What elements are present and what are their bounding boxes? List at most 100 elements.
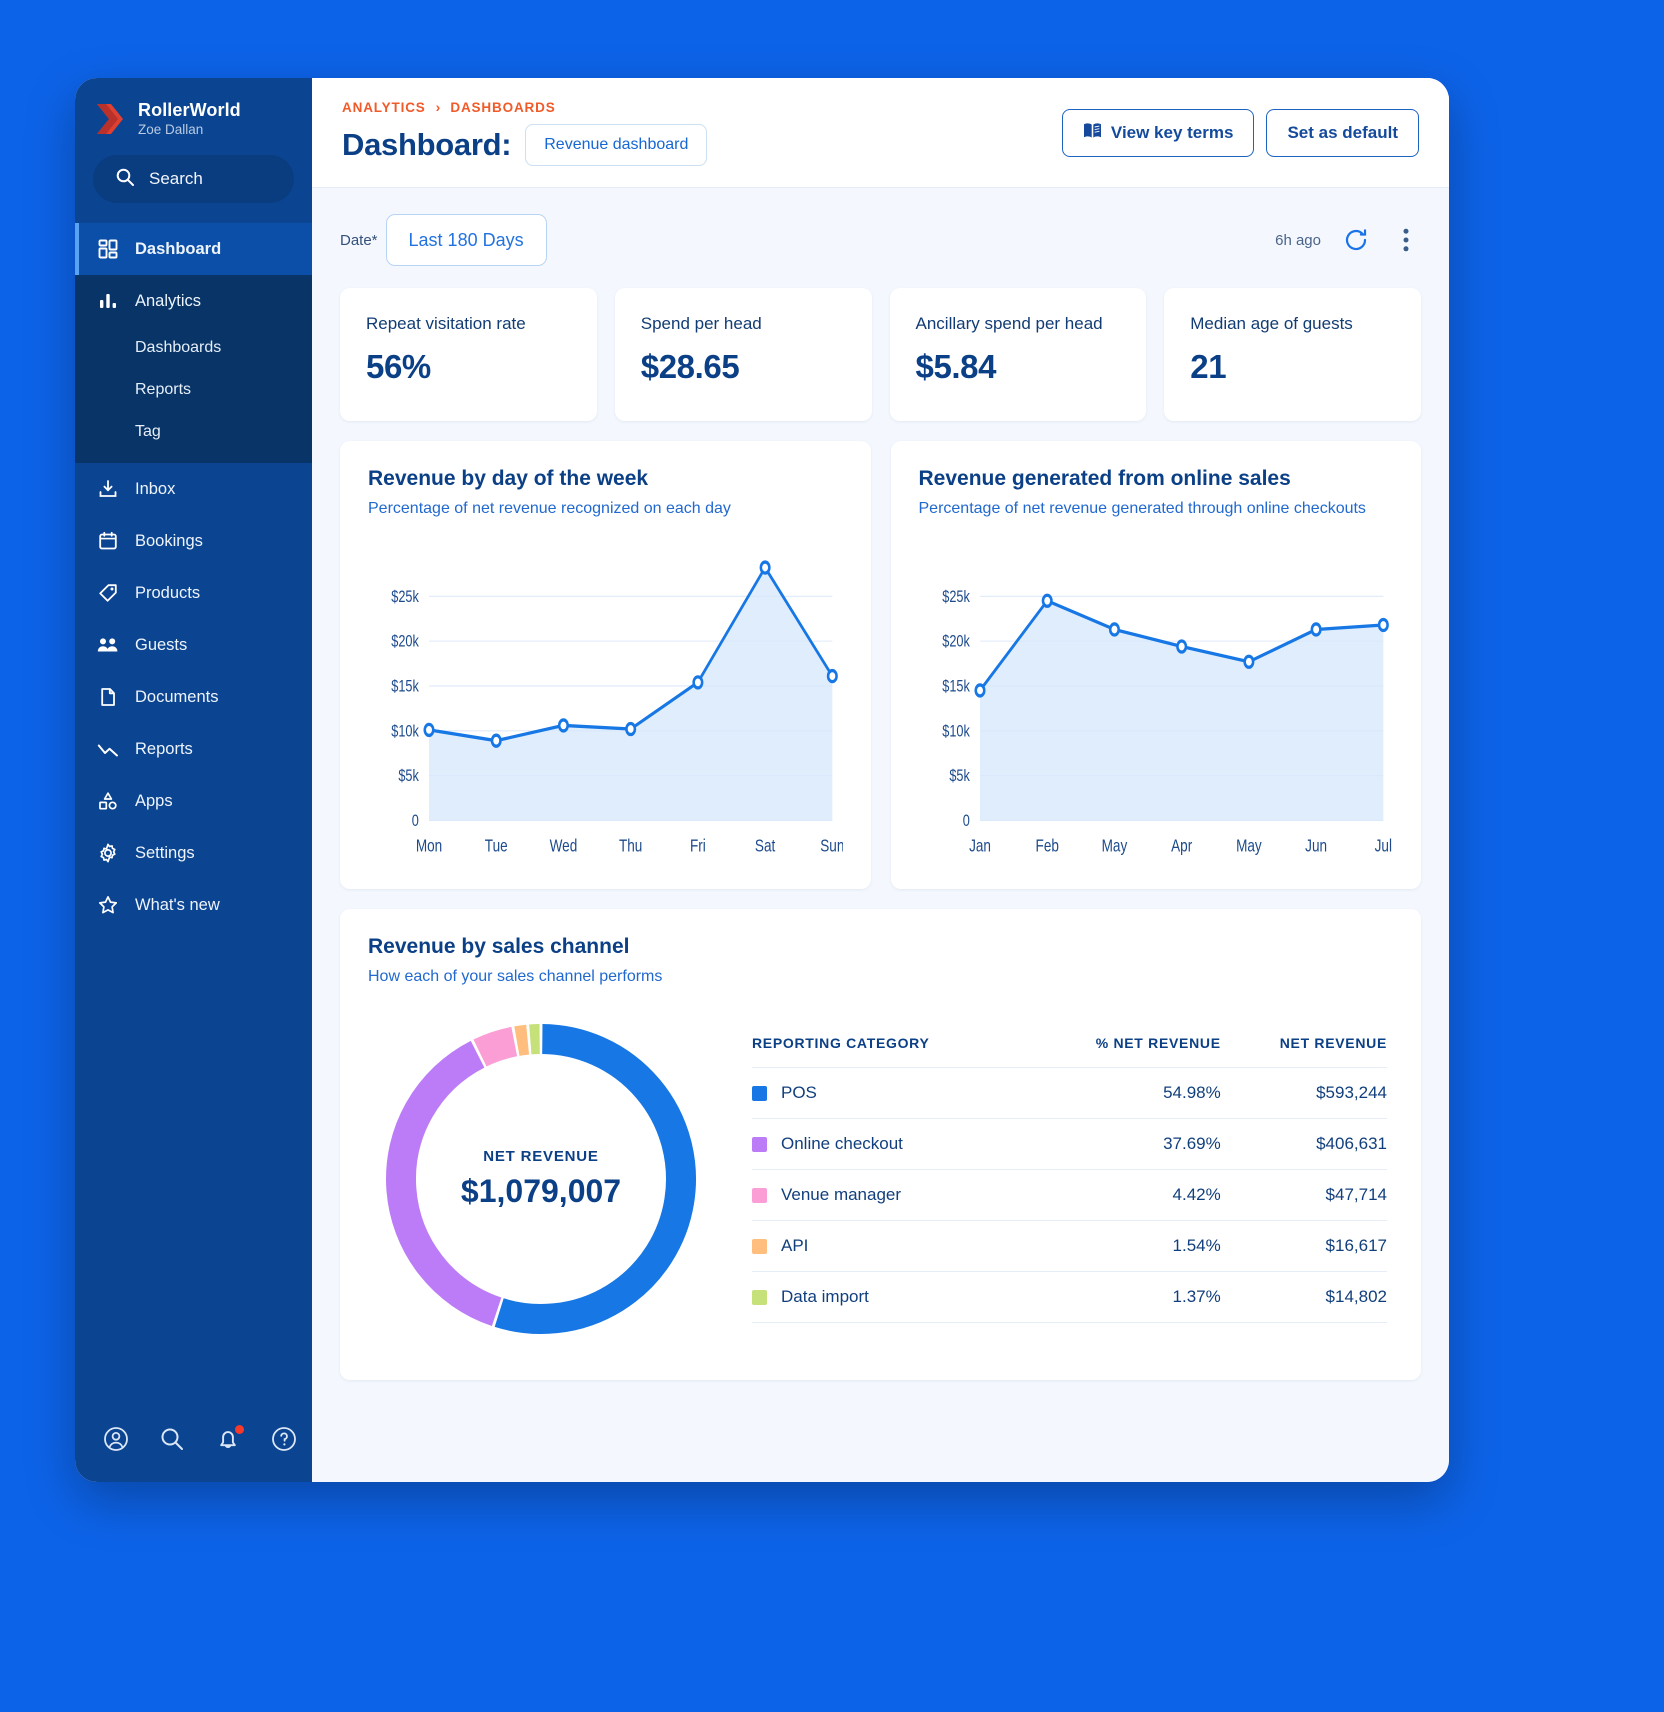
table-row[interactable]: Venue manager 4.42% $47,714 [752,1169,1387,1221]
apps-shapes-icon [97,790,119,812]
search-icon[interactable] [159,1426,185,1452]
channel-table: REPORTING CATEGORY % NET REVENUE NET REV… [752,1035,1387,1324]
app-window: RollerWorld Zoe Dallan Search Dashboard … [75,78,1449,1482]
svg-text:$25k: $25k [391,589,419,607]
table-row[interactable]: Data import 1.37% $14,802 [752,1271,1387,1324]
svg-text:Apr: Apr [1171,837,1192,856]
chart-card-revenue-by-day: Revenue by day of the week Percentage of… [340,441,871,889]
title-row: Dashboard: Revenue dashboard [342,124,708,166]
svg-text:Wed: Wed [550,837,578,856]
date-filter-label: Date* [340,231,378,249]
svg-text:Jan: Jan [969,837,991,856]
cell-category: Online checkout [752,1118,1028,1170]
brand[interactable]: RollerWorld Zoe Dallan [75,78,312,137]
line-chart-icon [97,738,119,760]
chart-title: Revenue by day of the week [368,467,649,490]
chart-subtitle: Percentage of net revenue recognized on … [368,500,731,517]
sidebar-item-label: Reports [135,739,193,758]
kpi-label: Ancillary spend per head [915,314,1103,333]
column-header-amount: NET REVENUE [1279,1035,1387,1052]
cell-amount: $16,617 [1220,1220,1387,1272]
chart-title: Revenue by sales channel [368,935,630,958]
sidebar-item-guests[interactable]: Guests [75,619,312,671]
account-icon[interactable] [103,1426,129,1452]
category-label: Online checkout [781,1134,903,1154]
svg-text:Tue: Tue [485,837,508,856]
svg-text:Jun: Jun [1305,837,1327,856]
kpi-label: Spend per head [640,314,762,333]
sidebar-subitem-dashboards[interactable]: Dashboards [75,327,312,369]
breadcrumb-analytics[interactable]: ANALYTICS [342,100,426,115]
search-placeholder: Search [149,169,203,189]
chevron-right-icon: › [435,99,441,115]
category-label: Venue manager [781,1185,902,1205]
svg-text:0: 0 [962,813,969,831]
sidebar-item-products[interactable]: Products [75,567,312,619]
view-key-terms-button[interactable]: View key terms [1061,108,1255,157]
cell-percent: 4.42% [1027,1169,1221,1221]
cell-category: Venue manager [752,1169,1028,1221]
svg-text:$15k: $15k [942,678,970,696]
sidebar-item-inbox[interactable]: Inbox [75,463,312,515]
cell-amount: $14,802 [1220,1271,1387,1324]
tag-icon [97,582,119,604]
table-row[interactable]: POS 54.98% $593,244 [752,1067,1387,1119]
header-actions: View key terms Set as default [1061,108,1419,157]
help-icon[interactable] [271,1426,297,1452]
chart-card-online-sales: Revenue generated from online sales Perc… [890,441,1421,889]
sidebar-group-analytics: Analytics Dashboards Reports Tag [75,275,312,464]
kpi-card-ancillary-spend-per-head: Ancillary spend per head $5.84 [889,288,1147,421]
filter-actions: 6h ago [1275,225,1421,255]
refresh-icon[interactable] [1341,225,1371,255]
header-left: ANALYTICS › DASHBOARDS Dashboard: Revenu… [342,99,708,166]
breadcrumb: ANALYTICS › DASHBOARDS [342,99,707,115]
sidebar-item-settings[interactable]: Settings [75,827,312,879]
more-vertical-icon[interactable] [1391,225,1421,255]
table-row[interactable]: API 1.54% $16,617 [752,1220,1387,1272]
table-row[interactable]: Online checkout 37.69% $406,631 [752,1118,1387,1170]
last-updated-label: 6h ago [1275,231,1321,249]
chart-row: Revenue by day of the week Percentage of… [340,441,1421,889]
sidebar-item-documents[interactable]: Documents [75,671,312,723]
gear-icon [97,842,119,864]
svg-text:$10k: $10k [942,723,970,741]
sidebar-item-label: Apps [135,791,173,810]
svg-text:$25k: $25k [942,589,970,607]
book-icon [1083,122,1102,144]
legend-swatch [752,1187,767,1203]
cell-amount: $406,631 [1220,1118,1387,1170]
notifications-bell-icon[interactable] [215,1425,244,1452]
sidebar-subitem-reports[interactable]: Reports [75,369,312,411]
sidebar-item-whats-new[interactable]: What's new [75,879,312,931]
sidebar-item-bookings[interactable]: Bookings [75,515,312,567]
sidebar-footer [75,1396,312,1482]
page-title: Dashboard: [342,127,512,162]
sidebar-item-apps[interactable]: Apps [75,775,312,827]
sidebar-subitem-tag[interactable]: Tag [75,411,312,453]
sidebar-item-label: Products [135,583,201,602]
cell-percent: 1.54% [1027,1220,1221,1272]
sidebar-item-label: Guests [135,635,188,654]
inbox-download-icon [97,478,119,500]
calendar-icon [97,530,119,552]
sidebar-item-reports[interactable]: Reports [75,723,312,775]
sidebar-item-label: Settings [135,843,195,862]
kpi-value: $28.65 [640,348,740,385]
sidebar-item-dashboard[interactable]: Dashboard [75,223,312,276]
dashboard-selector-chip[interactable]: Revenue dashboard [525,124,708,166]
search-input[interactable]: Search [93,155,294,204]
legend-swatch [752,1289,767,1305]
category-label: POS [781,1083,817,1103]
cell-amount: $593,244 [1220,1067,1387,1119]
sidebar-item-label: Analytics [135,291,202,310]
date-range-select[interactable]: Last 180 Days [385,214,547,266]
sidebar-nav: Dashboard Analytics Dashboards Reports T… [75,223,312,931]
set-as-default-button[interactable]: Set as default [1266,108,1419,157]
breadcrumb-dashboards[interactable]: DASHBOARDS [450,100,555,115]
svg-text:Thu: Thu [619,837,642,856]
kpi-card-spend-per-head: Spend per head $28.65 [614,288,872,421]
cell-category: API [752,1220,1028,1272]
sidebar-item-analytics[interactable]: Analytics [75,275,312,327]
svg-text:May: May [1236,837,1262,856]
cell-percent: 1.37% [1027,1271,1221,1324]
